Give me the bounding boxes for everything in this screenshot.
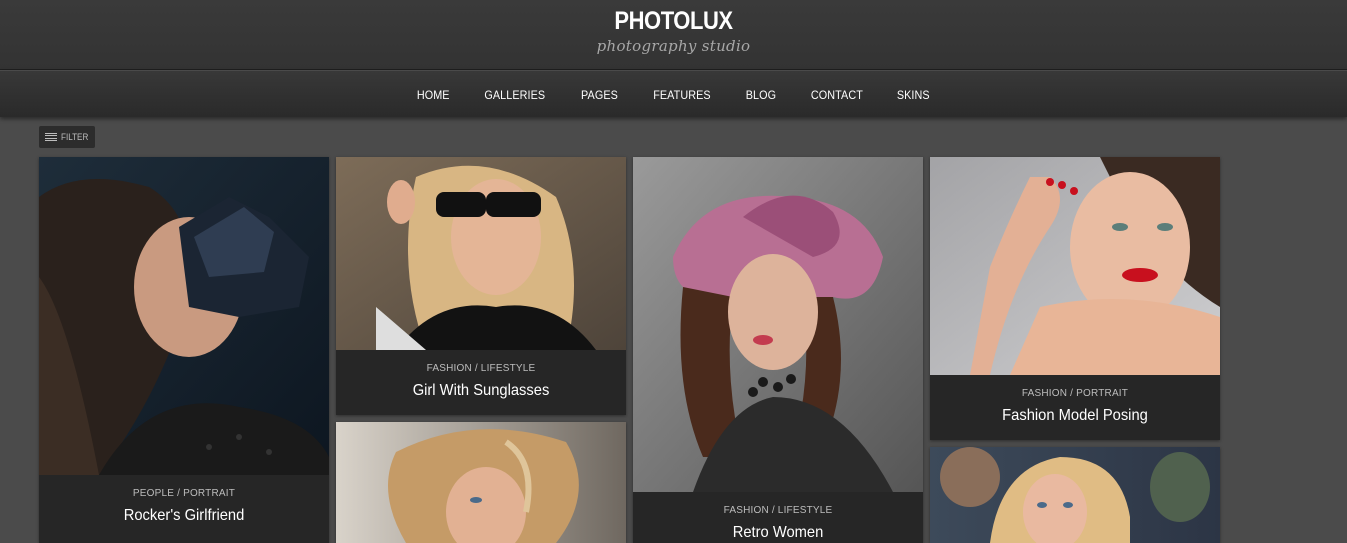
gallery-title[interactable]: Retro Women <box>645 524 912 542</box>
gallery-photo[interactable] <box>39 157 329 475</box>
gallery-card-fashion-model-posing[interactable]: FASHION / PORTRAIT Fashion Model Posing <box>930 157 1220 440</box>
nav-item-skins[interactable]: SKINS <box>897 88 930 102</box>
gallery-category[interactable]: FASHION / LIFESTYLE <box>633 505 923 516</box>
gallery-photo[interactable] <box>336 157 626 350</box>
nav-item-features[interactable]: FEATURES <box>653 88 711 102</box>
nav-list: HOME GALLERIES PAGES FEATURES BLOG CONTA… <box>0 71 1347 118</box>
gallery-photo[interactable] <box>336 422 626 543</box>
gallery-caption: FASHION / LIFESTYLE Girl With Sunglasses <box>336 350 626 415</box>
nav-item-home[interactable]: HOME <box>417 88 450 102</box>
site-header: PHOTOLUX photography studio <box>0 0 1347 70</box>
gallery-category[interactable]: FASHION / PORTRAIT <box>930 388 1220 399</box>
gallery-card-windblown-blonde[interactable] <box>336 422 626 543</box>
main-navigation: HOME GALLERIES PAGES FEATURES BLOG CONTA… <box>0 70 1347 117</box>
gallery-title[interactable]: Girl With Sunglasses <box>348 382 615 400</box>
gallery-caption: PEOPLE / PORTRAIT Rocker's Girlfriend <box>39 475 329 543</box>
gallery-caption: FASHION / LIFESTYLE Retro Women <box>633 492 923 543</box>
nav-item-contact[interactable]: CONTACT <box>811 88 863 102</box>
gallery-card-blonde-outdoor[interactable] <box>930 447 1220 543</box>
gallery-title[interactable]: Rocker's Girlfriend <box>51 507 318 525</box>
gallery-category[interactable]: FASHION / LIFESTYLE <box>336 363 626 374</box>
gallery-photo[interactable] <box>633 157 923 492</box>
gallery-title[interactable]: Fashion Model Posing <box>942 407 1209 425</box>
gallery-card-rockers-girlfriend[interactable]: PEOPLE / PORTRAIT Rocker's Girlfriend <box>39 157 329 543</box>
nav-item-blog[interactable]: BLOG <box>746 88 776 102</box>
gallery-photo[interactable] <box>930 157 1220 375</box>
logo-subtitle: photography studio <box>596 37 751 55</box>
menu-lines-icon <box>45 132 57 142</box>
gallery-card-girl-with-sunglasses[interactable]: FASHION / LIFESTYLE Girl With Sunglasses <box>336 157 626 415</box>
gallery-caption: FASHION / PORTRAIT Fashion Model Posing <box>930 375 1220 440</box>
nav-item-pages[interactable]: PAGES <box>581 88 618 102</box>
filter-button[interactable]: FILTER <box>39 126 95 148</box>
gallery-category[interactable]: PEOPLE / PORTRAIT <box>39 488 329 499</box>
nav-item-galleries[interactable]: GALLERIES <box>485 88 546 102</box>
logo-title[interactable]: PHOTOLUX <box>81 7 1266 36</box>
filter-label: FILTER <box>61 132 89 142</box>
gallery-card-retro-women[interactable]: FASHION / LIFESTYLE Retro Women <box>633 157 923 543</box>
gallery-photo[interactable] <box>930 447 1220 543</box>
